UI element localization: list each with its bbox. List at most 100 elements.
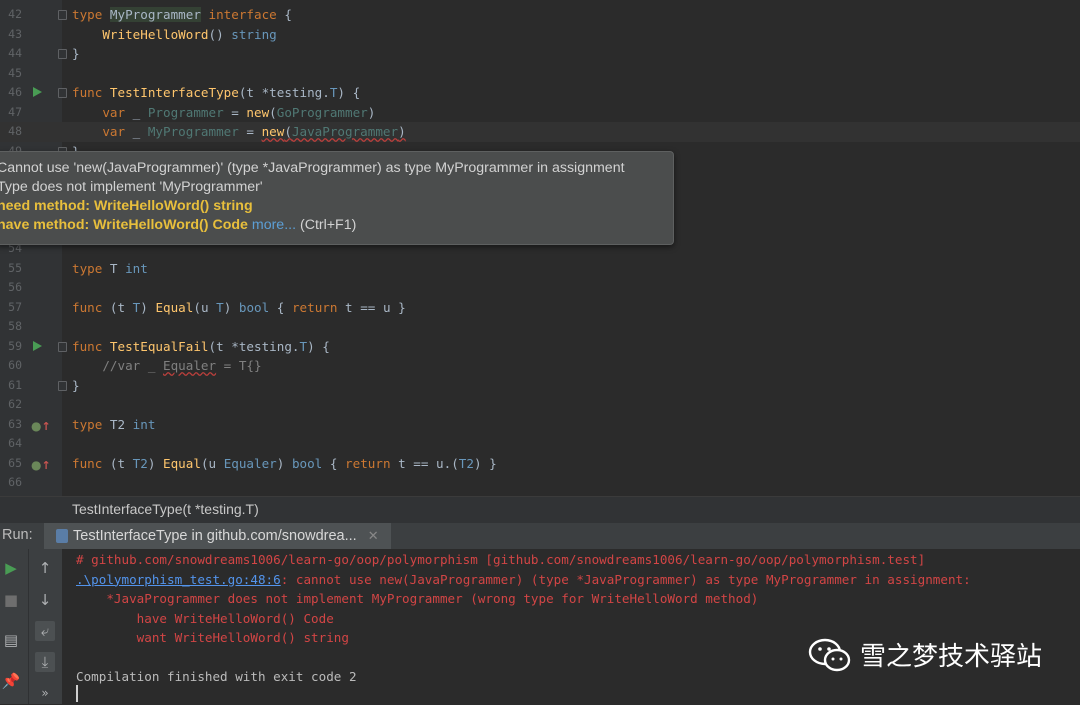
- code-line[interactable]: 58: [0, 317, 1080, 337]
- line-number[interactable]: 56: [0, 278, 22, 298]
- fold-icon[interactable]: [58, 88, 67, 98]
- code-token: T2: [458, 455, 474, 471]
- code-token: _: [125, 124, 148, 139]
- line-number[interactable]: 59: [0, 337, 22, 357]
- code-line[interactable]: 55 type T int: [0, 259, 1080, 279]
- code-line[interactable]: 44}: [0, 44, 1080, 64]
- code-token: return: [345, 455, 391, 471]
- line-number[interactable]: 57: [0, 298, 22, 318]
- line-number[interactable]: 47: [0, 103, 22, 123]
- code-text[interactable]: func TestEqualFail(t *testing.T) {: [72, 337, 330, 357]
- line-number[interactable]: 66: [0, 473, 22, 493]
- fold-icon[interactable]: [58, 10, 67, 20]
- code-line[interactable]: 66: [0, 473, 1080, 493]
- scroll-up-icon[interactable]: ↑: [35, 558, 55, 578]
- line-number[interactable]: 45: [0, 64, 22, 84]
- code-line[interactable]: 59 func TestEqualFail(t *testing.T) {: [0, 337, 1080, 357]
- code-text[interactable]: type MyProgrammer interface {: [72, 5, 292, 25]
- code-text[interactable]: type T int: [72, 259, 148, 279]
- rerun-icon[interactable]: ▶: [1, 558, 21, 578]
- tooltip-more-link[interactable]: more...: [252, 217, 296, 233]
- run-console[interactable]: # github.com/snowdreams1006/learn-go/oop…: [62, 549, 1080, 704]
- run-test-icon[interactable]: [33, 87, 42, 97]
- run-tab[interactable]: TestInterfaceType in github.com/snowdrea…: [44, 523, 391, 549]
- run-tool-window-header: Run: TestInterfaceType in github.com/sno…: [0, 523, 1080, 550]
- line-number[interactable]: 61: [0, 376, 22, 396]
- code-line[interactable]: 48 var _ MyProgrammer = new(JavaProgramm…: [0, 122, 1080, 142]
- soft-wrap-icon[interactable]: ⤶: [35, 621, 55, 641]
- code-text[interactable]: }: [72, 44, 80, 64]
- code-text[interactable]: var _ MyProgrammer = new(JavaProgrammer): [72, 122, 406, 142]
- close-icon[interactable]: ✕: [368, 528, 379, 544]
- stop-icon[interactable]: ■: [1, 590, 21, 610]
- code-token: ) }: [473, 455, 497, 471]
- line-number[interactable]: 60: [0, 356, 22, 376]
- line-number[interactable]: 48: [0, 122, 22, 142]
- fold-icon[interactable]: [58, 380, 67, 391]
- code-line[interactable]: 56: [0, 278, 1080, 298]
- layout-icon[interactable]: ▤: [1, 630, 21, 650]
- run-toolbar: ▶ ■ ▤ 📌 ↑ ↓ ⤶ ⤓ »: [0, 549, 62, 704]
- code-token: = T{}: [216, 358, 262, 373]
- code-token: ): [398, 124, 406, 139]
- code-line[interactable]: 42 type MyProgrammer interface {: [0, 5, 1080, 25]
- code-token: }: [72, 46, 80, 61]
- breadcrumb[interactable]: TestInterfaceType(t *testing.T): [0, 496, 1080, 524]
- code-token: (u: [200, 455, 224, 471]
- code-text[interactable]: }: [72, 376, 80, 396]
- code-token: bool: [238, 299, 270, 315]
- code-text[interactable]: WriteHelloWord() string: [72, 25, 276, 45]
- code-line[interactable]: 47 var _ Programmer = new(GoProgrammer): [0, 103, 1080, 123]
- scroll-to-end-icon[interactable]: ⤓: [35, 652, 55, 672]
- code-token: Equaler: [223, 455, 277, 471]
- code-token: Equal: [155, 299, 194, 315]
- code-text[interactable]: func (t T) Equal(u T) bool { return t ==…: [72, 298, 406, 318]
- line-number[interactable]: 42: [0, 5, 22, 25]
- code-token: ) {: [337, 85, 361, 100]
- code-token: {: [322, 455, 346, 471]
- code-token: T: [216, 299, 224, 315]
- line-number[interactable]: 46: [0, 83, 22, 103]
- line-number[interactable]: 64: [0, 434, 22, 454]
- code-line[interactable]: 63 ●↑ type T2 int: [0, 415, 1080, 435]
- pin-icon[interactable]: 📌: [1, 671, 21, 691]
- code-text[interactable]: //var _ Equaler = T{}: [72, 356, 262, 376]
- code-token: func: [72, 455, 110, 471]
- error-location-link[interactable]: .\polymorphism_test.go:48:6: [76, 572, 281, 587]
- code-line[interactable]: 61}: [0, 376, 1080, 396]
- code-text[interactable]: var _ Programmer = new(GoProgrammer): [72, 103, 375, 123]
- fold-icon[interactable]: [58, 49, 67, 59]
- code-line[interactable]: 43 WriteHelloWord() string: [0, 25, 1080, 45]
- code-text[interactable]: func TestInterfaceType(t *testing.T) {: [72, 83, 360, 103]
- code-token: T2: [132, 455, 148, 471]
- code-token: JavaProgrammer: [291, 124, 399, 139]
- code-editor[interactable]: 42 type MyProgrammer interface {43 WriteH…: [0, 0, 1080, 496]
- run-test-icon[interactable]: [33, 340, 42, 351]
- go-test-icon: [56, 529, 68, 543]
- line-number[interactable]: 43: [0, 25, 22, 45]
- code-line[interactable]: 64: [0, 434, 1080, 454]
- code-token: }: [72, 377, 80, 393]
- code-token: func: [72, 338, 110, 354]
- scroll-down-icon[interactable]: ↓: [35, 590, 55, 610]
- code-line[interactable]: 57 func (t T) Equal(u T) bool { return t …: [0, 298, 1080, 318]
- code-line[interactable]: 60 //var _ Equaler = T{}: [0, 356, 1080, 376]
- line-number[interactable]: 65: [0, 454, 22, 474]
- fold-icon[interactable]: [58, 341, 67, 352]
- breadcrumb-item[interactable]: TestInterfaceType(t *testing.T): [72, 501, 259, 517]
- line-number[interactable]: 55: [0, 259, 22, 279]
- line-number[interactable]: 63: [0, 415, 22, 435]
- line-number[interactable]: 58: [0, 317, 22, 337]
- line-number[interactable]: 44: [0, 44, 22, 64]
- code-line[interactable]: 45: [0, 64, 1080, 84]
- code-text[interactable]: func (t T2) Equal(u Equaler) bool { retu…: [72, 454, 497, 474]
- code-text[interactable]: type T2 int: [72, 415, 155, 435]
- code-line[interactable]: 46 func TestInterfaceType(t *testing.T) {: [0, 83, 1080, 103]
- tooltip-need-method: need method: WriteHelloWord() string: [0, 198, 253, 214]
- code-line[interactable]: 65 ●↑ func (t T2) Equal(u Equaler) bool { …: [0, 454, 1080, 474]
- code-token: func: [72, 299, 110, 315]
- more-icon[interactable]: »: [35, 683, 55, 703]
- code-line[interactable]: 62: [0, 395, 1080, 415]
- line-number[interactable]: 62: [0, 395, 22, 415]
